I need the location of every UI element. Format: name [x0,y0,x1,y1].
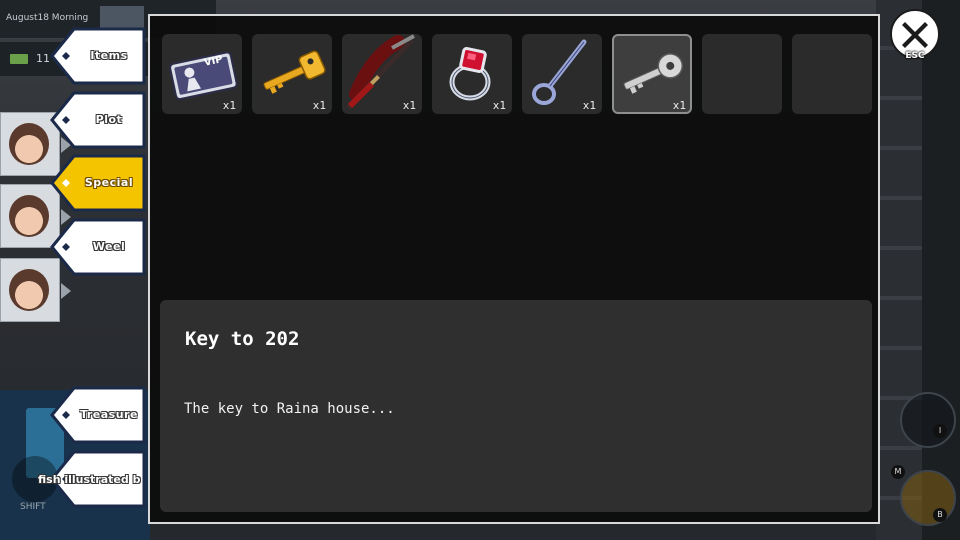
inventory-slot[interactable]: x1 [432,34,512,114]
background-building [876,0,960,540]
tab-weel[interactable]: Weel [50,218,146,276]
hotkey-m-label: M [891,465,905,479]
tab-label: Special [84,176,134,189]
hotkey-b-label: B [933,508,947,522]
inventory-slot[interactable]: x1 [252,34,332,114]
item-count: x1 [672,99,686,112]
inventory-slot[interactable]: x1 [342,34,422,114]
esc-key-label: ESC [905,51,925,61]
inventory-slot-selected[interactable]: x1 [612,34,692,114]
tab-label: Weel [92,240,126,253]
date-time-label: August18 Morning [6,13,89,23]
character-face [9,195,49,237]
item-count: x1 [222,99,236,112]
money-amount: 11 [36,52,50,65]
tab-plot[interactable]: Plot [50,91,146,149]
inventory-slot[interactable]: x1 [522,34,602,114]
character-face [9,123,49,165]
inventory-slot[interactable]: VIP x1 [162,34,242,114]
tab-label: Items [90,49,128,62]
tab-fish-illustrated-label: fish illustrated b [38,473,141,486]
tab-treasure[interactable]: Treasure [50,386,146,444]
item-description: The key to Raina house... [184,401,395,417]
hotkey-i-label: I [933,424,947,438]
tab-label: Treasure [80,408,138,421]
shift-key-label: SHIFT [20,502,46,512]
character-face [9,269,49,311]
item-count: x1 [312,99,326,112]
map-button[interactable] [900,392,956,448]
portrait-arrow-icon [61,283,71,299]
bag-button[interactable] [900,470,956,526]
tab-items[interactable]: Items [50,27,146,85]
background-pillar [922,0,960,540]
tab-label: Plot [95,113,123,126]
inventory-slot-empty[interactable] [702,34,782,114]
item-title: Key to 202 [185,328,300,350]
item-count: x1 [492,99,506,112]
item-description-box: Key to 202 The key to Raina house... [160,300,872,512]
money-icon [10,54,28,64]
item-count: x1 [402,99,416,112]
inventory-slot-empty[interactable] [792,34,872,114]
inventory-panel: VIP x1 x1 x1 x1 x1 x1 Key to 202 The key… [148,14,880,524]
item-count: x1 [582,99,596,112]
tab-special[interactable]: Special [50,154,146,212]
